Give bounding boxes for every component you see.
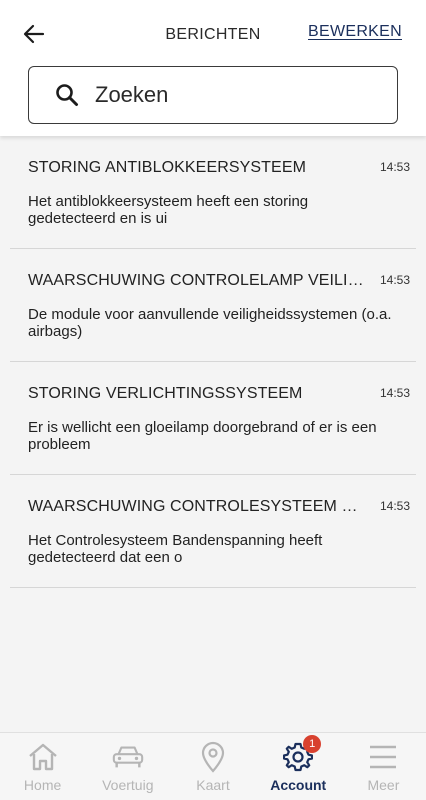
message-time: 14:53 <box>379 386 410 400</box>
message-body: De module voor aanvullende veiligheidssy… <box>28 306 392 340</box>
notification-badge: 1 <box>303 735 322 753</box>
message-item[interactable]: STORING VERLICHTINGSSYSTEEM 14:53 Er is … <box>10 362 416 475</box>
car-icon <box>111 741 145 773</box>
nav-label: Account <box>270 777 327 793</box>
nav-account[interactable]: 1 Account <box>256 733 341 800</box>
bottom-navigation: Home Voertuig Kaart 1 Account Meer <box>0 732 426 800</box>
nav-label: Home <box>23 777 62 793</box>
message-item[interactable]: WAARSCHUWING CONTROLESYSTEEM BANDEN... 1… <box>10 475 416 588</box>
edit-button[interactable]: BEWERKEN <box>308 23 402 41</box>
menu-icon <box>366 741 400 773</box>
message-time: 14:53 <box>379 499 410 513</box>
message-title: WAARSCHUWING CONTROLELAMP VEILIGHEIDS... <box>28 272 364 289</box>
nav-home[interactable]: Home <box>0 733 85 800</box>
message-body: Het Controlesysteem Bandenspanning heeft… <box>28 532 323 566</box>
message-time: 14:53 <box>379 160 410 174</box>
message-body: Het antiblokkeersysteem heeft een storin… <box>28 193 309 227</box>
home-icon <box>26 741 60 773</box>
app-header: BERICHTEN BEWERKEN <box>0 0 426 136</box>
nav-label: Kaart <box>196 777 230 793</box>
gear-icon: 1 <box>281 735 322 773</box>
map-pin-icon <box>196 741 230 773</box>
message-title: STORING ANTIBLOKKEERSYSTEEM <box>28 159 307 176</box>
nav-map[interactable]: Kaart <box>170 733 255 800</box>
message-time: 14:53 <box>379 273 410 287</box>
search-box <box>28 66 398 124</box>
message-list: STORING ANTIBLOKKEERSYSTEEM 14:53 Het an… <box>0 136 426 588</box>
search-icon[interactable] <box>53 81 81 109</box>
nav-label: Voertuig <box>102 777 154 793</box>
message-item[interactable]: WAARSCHUWING CONTROLELAMP VEILIGHEIDS...… <box>10 249 416 362</box>
nav-more[interactable]: Meer <box>341 733 426 800</box>
message-title: WAARSCHUWING CONTROLESYSTEEM BANDEN... <box>28 498 364 515</box>
search-input[interactable] <box>95 82 375 108</box>
message-item[interactable]: STORING ANTIBLOKKEERSYSTEEM 14:53 Het an… <box>10 136 416 249</box>
nav-label: Meer <box>367 777 400 793</box>
message-body: Er is wellicht een gloeilamp doorgebrand… <box>28 419 377 453</box>
message-title: STORING VERLICHTINGSSYSTEEM <box>28 385 303 402</box>
nav-vehicle[interactable]: Voertuig <box>85 733 170 800</box>
